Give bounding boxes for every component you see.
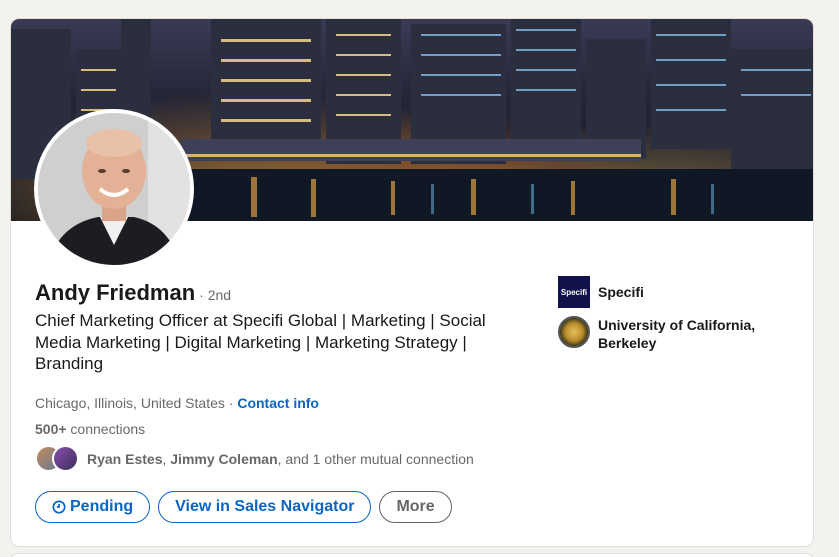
university-seal-icon	[558, 316, 590, 348]
avatar	[52, 445, 79, 472]
location-text: Chicago, Illinois, United States	[35, 395, 225, 411]
mutual-name-2: Jimmy Coleman	[170, 451, 278, 467]
next-card-edge	[10, 553, 814, 557]
contact-info-link[interactable]: Contact info	[237, 395, 319, 411]
mutual-avatars	[35, 445, 81, 473]
specifi-logo: Specifi	[558, 276, 590, 308]
location-line: Chicago, Illinois, United States · Conta…	[35, 395, 319, 411]
connections-count: 500+	[35, 421, 67, 437]
pending-label: Pending	[70, 498, 134, 515]
profile-name: Andy Friedman	[35, 280, 196, 305]
connections-line[interactable]: 500+ connections	[35, 421, 145, 437]
pending-button[interactable]: Pending	[35, 491, 151, 523]
org-list: Specifi Specifi University of California…	[558, 276, 798, 360]
location-separator: ·	[224, 395, 238, 411]
profile-photo-frame[interactable]	[34, 109, 194, 269]
profile-headline: Chief Marketing Officer at Specifi Globa…	[35, 311, 486, 373]
connections-label: connections	[66, 421, 146, 437]
profile-card: Andy Friedman · 2nd Chief Marketing Offi…	[10, 18, 814, 547]
org-item-company[interactable]: Specifi Specifi	[558, 276, 798, 308]
mutual-connections[interactable]: Ryan Estes, Jimmy Coleman, and 1 other m…	[35, 445, 474, 473]
mutual-rest: , and 1 other mutual connection	[277, 451, 474, 467]
more-button[interactable]: More	[379, 491, 452, 523]
connection-degree: · 2nd	[199, 287, 232, 303]
org-name: University of California, Berkeley	[598, 317, 756, 351]
profile-actions: Pending View in Sales Navigator More	[35, 491, 452, 523]
mutual-name-1: Ryan Estes	[87, 451, 163, 467]
name-line: Andy Friedman · 2nd	[35, 280, 231, 306]
sales-navigator-button[interactable]: View in Sales Navigator	[158, 491, 372, 523]
clock-icon	[52, 500, 66, 514]
profile-photo[interactable]	[38, 113, 190, 265]
org-item-school[interactable]: University of California, Berkeley	[558, 316, 798, 352]
org-name: Specifi	[598, 284, 644, 300]
